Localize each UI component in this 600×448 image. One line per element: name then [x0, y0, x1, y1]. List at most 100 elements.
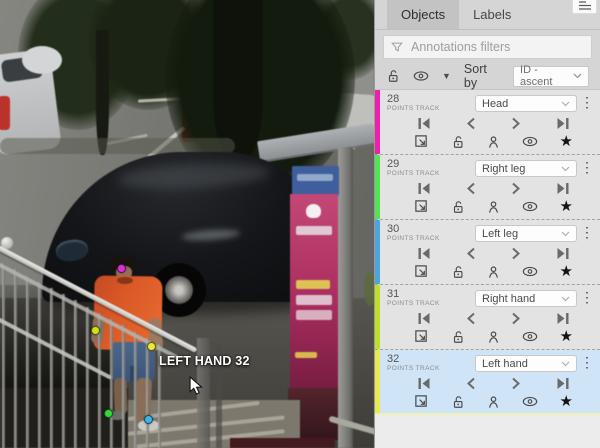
track-color-bar — [375, 220, 380, 284]
first-keyframe-button[interactable] — [417, 117, 431, 130]
track-item-30[interactable]: 30 POINTS TRACK Left leg ⋮ ★ — [375, 220, 600, 285]
outside-button[interactable] — [414, 264, 429, 279]
pinned-button[interactable] — [487, 265, 500, 279]
prev-keyframe-button[interactable] — [466, 182, 476, 195]
prev-keyframe-button[interactable] — [466, 312, 476, 325]
track-id: 31 — [387, 289, 475, 299]
prev-keyframe-button[interactable] — [466, 377, 476, 390]
collapse-all-button[interactable]: ▼ — [442, 72, 451, 81]
tab-objects[interactable]: Objects — [387, 0, 459, 29]
lock-icon — [451, 330, 465, 344]
kebab-menu-icon[interactable]: ⋮ — [577, 289, 597, 306]
point-right-hand[interactable] — [91, 326, 100, 335]
pinned-button[interactable] — [487, 395, 500, 409]
next-keyframe-button[interactable] — [511, 117, 521, 130]
lock-button[interactable] — [451, 135, 465, 149]
prev-keyframe-button[interactable] — [466, 247, 476, 260]
pinned-button[interactable] — [487, 330, 500, 344]
track-type-label: POINTS TRACK — [387, 170, 475, 177]
kebab-menu-icon[interactable]: ⋮ — [577, 94, 597, 111]
lock-button[interactable] — [451, 395, 465, 409]
lock-button[interactable] — [451, 330, 465, 344]
first-keyframe-button[interactable] — [417, 182, 431, 195]
next-keyframe-button[interactable] — [511, 312, 521, 325]
track-item-29[interactable]: 29 POINTS TRACK Right leg ⋮ ★ — [375, 155, 600, 220]
point-left-leg[interactable] — [144, 415, 153, 424]
keyframe-button[interactable]: ★ — [560, 199, 573, 214]
lock-all-button[interactable] — [386, 69, 400, 83]
person-icon — [487, 395, 500, 409]
lock-button[interactable] — [451, 265, 465, 279]
track-item-28[interactable]: 28 POINTS TRACK Head ⋮ ★ — [375, 90, 600, 155]
car-taillight — [0, 96, 10, 130]
last-keyframe-button[interactable] — [556, 247, 570, 260]
track-label-select[interactable]: Right leg — [475, 160, 577, 177]
first-keyframe-button[interactable] — [417, 312, 431, 325]
banner-text — [296, 226, 332, 235]
annotations-filter-box[interactable] — [383, 35, 592, 59]
pinned-button[interactable] — [487, 200, 500, 214]
outside-button[interactable] — [414, 134, 429, 149]
track-item-31[interactable]: 31 POINTS TRACK Right hand ⋮ ★ — [375, 285, 600, 350]
last-keyframe-button[interactable] — [556, 312, 570, 325]
point-head[interactable] — [117, 264, 126, 273]
annotation-menu-button[interactable] — [572, 0, 597, 14]
kebab-menu-icon[interactable]: ⋮ — [577, 159, 597, 176]
keyframe-button[interactable]: ★ — [560, 394, 573, 409]
track-label: Right leg — [482, 163, 525, 175]
outside-icon — [414, 264, 429, 279]
first-keyframe-button[interactable] — [417, 247, 431, 260]
occluded-button[interactable] — [522, 201, 538, 212]
track-label-select[interactable]: Left leg — [475, 225, 577, 242]
occluded-button[interactable] — [522, 136, 538, 147]
track-id: 29 — [387, 159, 475, 169]
occluded-button[interactable] — [522, 266, 538, 277]
track-color-bar — [375, 90, 380, 154]
first-keyframe-button[interactable] — [417, 377, 431, 390]
point-right-leg[interactable] — [104, 409, 113, 418]
annotations-filter-input[interactable] — [409, 39, 584, 55]
keyframe-button[interactable]: ★ — [560, 264, 573, 279]
outside-button[interactable] — [414, 394, 429, 409]
track-color-bar — [375, 350, 380, 413]
track-label-select[interactable]: Head — [475, 95, 577, 112]
outside-button[interactable] — [414, 329, 429, 344]
funnel-icon — [391, 41, 403, 53]
keyframe-button[interactable]: ★ — [560, 329, 573, 344]
sort-order-select[interactable]: ID - ascent — [513, 66, 589, 87]
last-keyframe-button[interactable] — [556, 182, 570, 195]
chevron-down-icon — [573, 73, 582, 79]
kebab-menu-icon[interactable]: ⋮ — [577, 354, 597, 371]
occluded-button[interactable] — [522, 331, 538, 342]
last-keyframe-button[interactable] — [556, 377, 570, 390]
kebab-menu-icon[interactable]: ⋮ — [577, 224, 597, 241]
keyframe-button[interactable]: ★ — [560, 134, 573, 149]
video-frame — [0, 0, 374, 448]
lock-button[interactable] — [451, 200, 465, 214]
chevron-down-icon — [561, 166, 570, 172]
occluded-button[interactable] — [522, 396, 538, 407]
track-label-select[interactable]: Right hand — [475, 290, 577, 307]
outside-button[interactable] — [414, 199, 429, 214]
annotation-canvas[interactable]: LEFT HAND 32 — [0, 0, 374, 448]
tab-labels[interactable]: Labels — [459, 0, 525, 29]
railing-baluster — [122, 325, 125, 448]
railing-baluster — [74, 300, 77, 448]
track-color-bar — [375, 285, 380, 349]
railing-baluster — [134, 332, 137, 448]
hide-all-button[interactable] — [413, 70, 429, 82]
pinned-button[interactable] — [487, 135, 500, 149]
star-icon: ★ — [560, 199, 573, 214]
track-label-select[interactable]: Left hand — [475, 355, 577, 372]
next-keyframe-button[interactable] — [511, 247, 521, 260]
banner-text — [296, 280, 330, 289]
last-keyframe-button[interactable] — [556, 117, 570, 130]
next-keyframe-button[interactable] — [511, 377, 521, 390]
track-item-32[interactable]: 32 POINTS TRACK Left hand ⋮ ★ — [375, 350, 600, 415]
prev-keyframe-button[interactable] — [466, 117, 476, 130]
person-leg — [113, 378, 127, 414]
lock-icon — [451, 135, 465, 149]
point-left-hand[interactable] — [147, 342, 156, 351]
railing-baluster — [50, 288, 53, 448]
next-keyframe-button[interactable] — [511, 182, 521, 195]
